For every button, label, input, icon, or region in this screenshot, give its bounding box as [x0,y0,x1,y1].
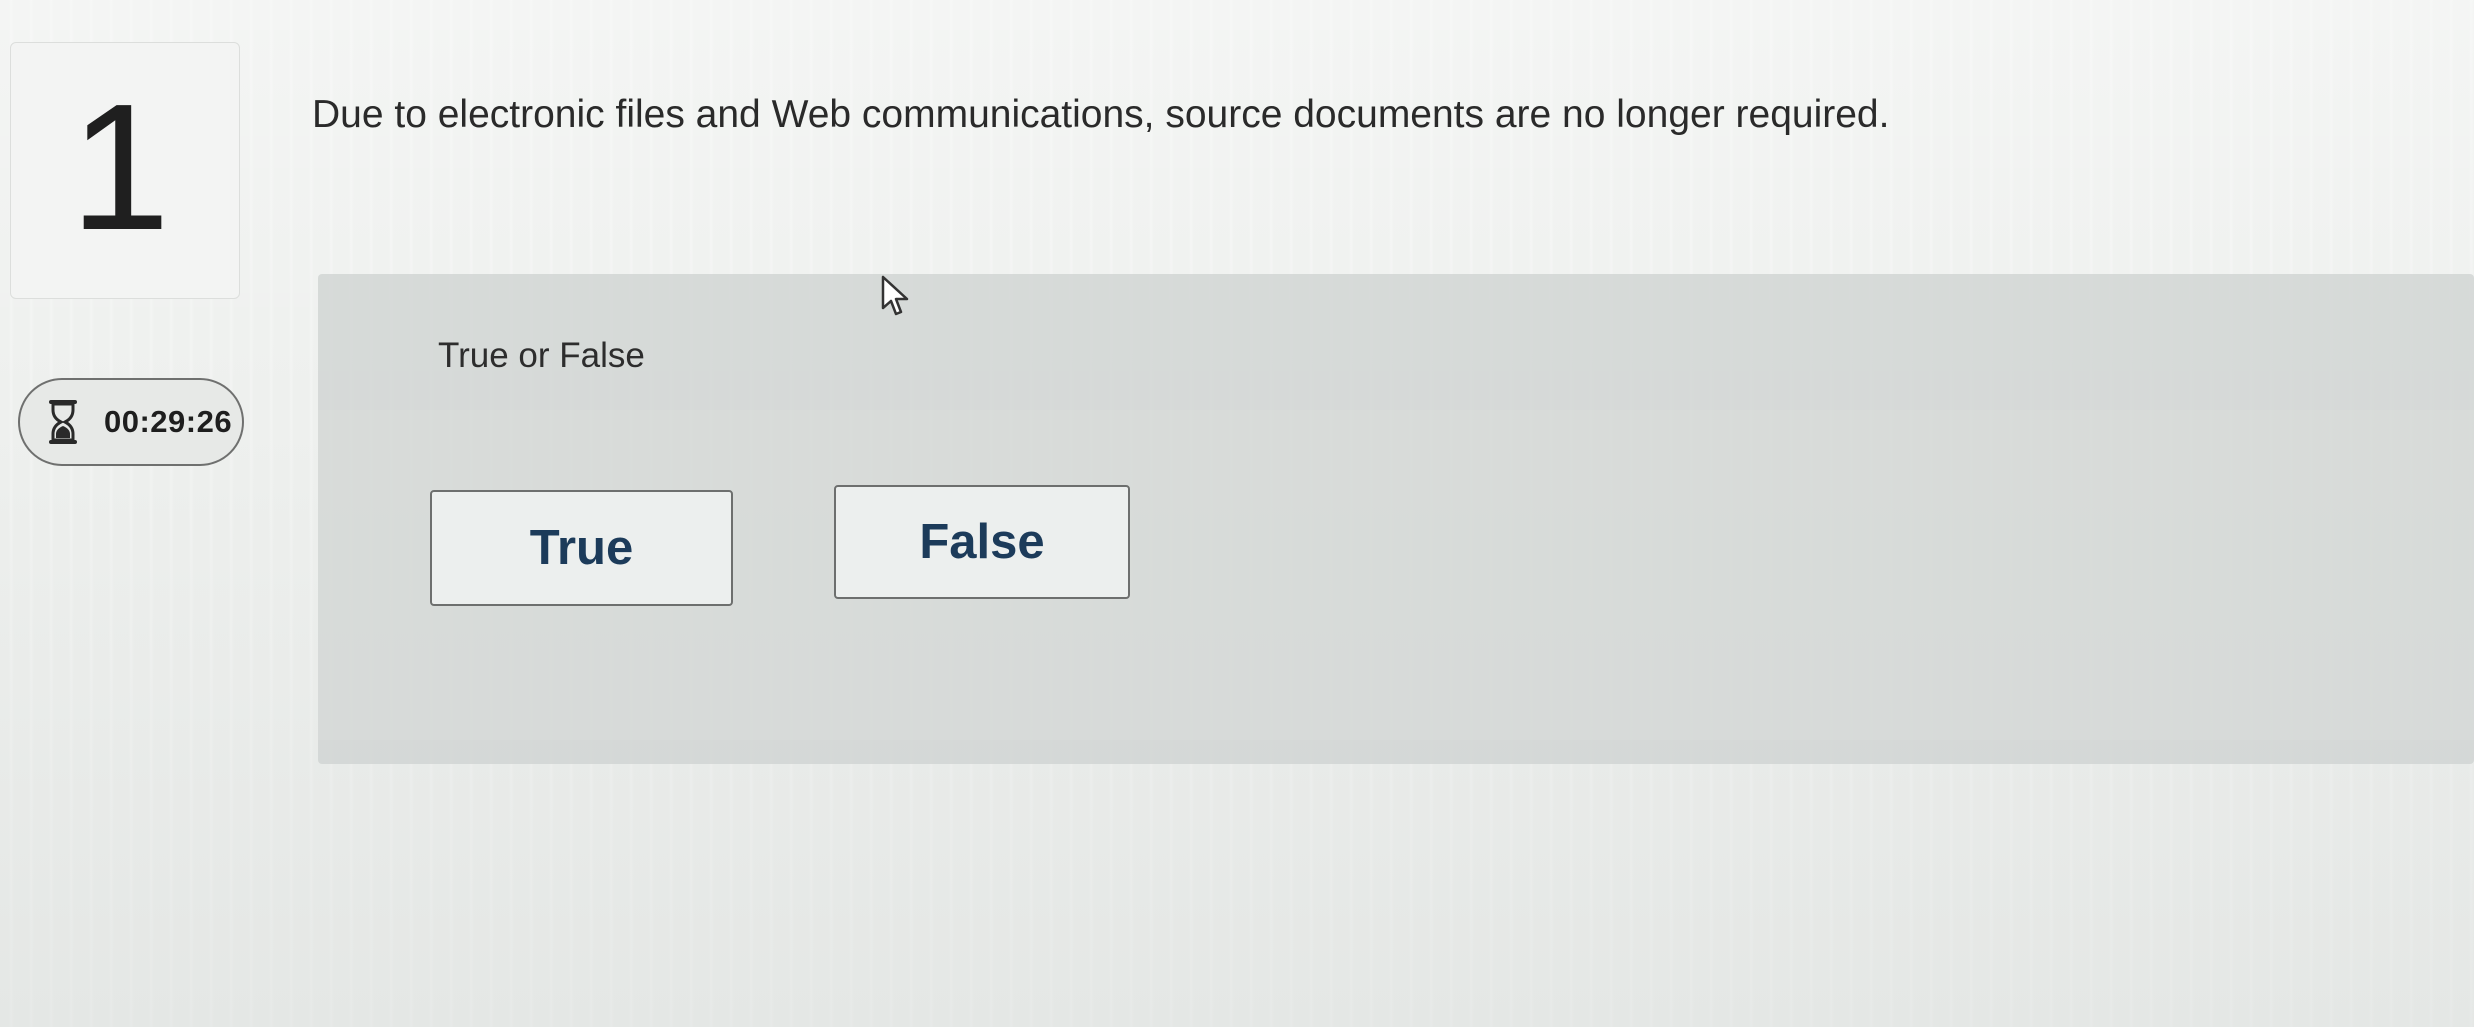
false-button[interactable]: False [834,485,1130,599]
mouse-cursor-icon [881,275,909,316]
timer-value: 00:29:26 [104,404,233,439]
timer-badge: 00:29:26 [18,378,244,466]
hourglass-icon [49,400,77,444]
question-number: 1 [70,67,171,268]
true-button[interactable]: True [430,490,733,606]
question-text: Due to electronic files and Web communic… [312,93,1890,136]
answer-prompt: True or False [438,336,645,375]
